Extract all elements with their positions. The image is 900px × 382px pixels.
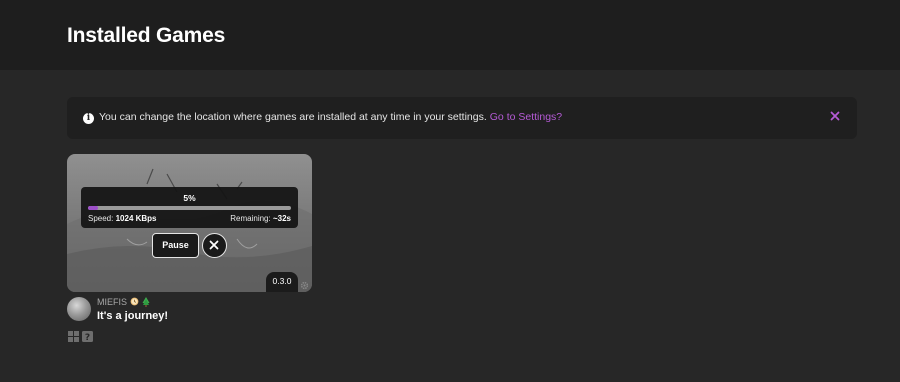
speed-label: Speed: bbox=[88, 214, 114, 223]
go-to-settings-link[interactable]: Go to Settings? bbox=[490, 111, 562, 123]
info-icon: i bbox=[83, 113, 94, 124]
windows-icon bbox=[68, 331, 79, 342]
notice-text: You can change the location where games … bbox=[99, 111, 562, 123]
download-speed: Speed: 1024 KBps bbox=[88, 214, 157, 223]
download-progress-panel: 5% Speed: 1024 KBps Remaining: ~32s bbox=[81, 187, 298, 228]
clock-icon bbox=[130, 297, 139, 306]
download-progress-bar bbox=[88, 206, 291, 210]
cancel-download-button[interactable] bbox=[202, 233, 227, 258]
settings-notice: i You can change the location where game… bbox=[67, 97, 857, 139]
game-card[interactable]: 5% Speed: 1024 KBps Remaining: ~32s Paus… bbox=[67, 154, 312, 292]
notice-message: You can change the location where games … bbox=[99, 111, 487, 123]
game-title[interactable]: It's a journey! bbox=[97, 310, 168, 322]
close-icon[interactable] bbox=[828, 109, 842, 123]
tree-icon bbox=[142, 297, 150, 307]
remaining-label: Remaining: bbox=[230, 214, 271, 223]
svg-text:?: ? bbox=[85, 333, 90, 342]
unknown-os-icon: ? bbox=[82, 331, 93, 342]
author-avatar[interactable] bbox=[67, 297, 91, 321]
page-header: Installed Games bbox=[0, 0, 900, 70]
author-name[interactable]: MIEFIS bbox=[97, 297, 127, 307]
version-badge: 0.3.0 bbox=[266, 272, 298, 292]
close-icon bbox=[209, 240, 219, 250]
download-percent: 5% bbox=[183, 193, 196, 203]
pause-button[interactable]: Pause bbox=[152, 233, 199, 258]
download-progress-fill bbox=[88, 206, 99, 210]
gear-icon[interactable] bbox=[300, 281, 309, 290]
speed-value: 1024 KBps bbox=[115, 214, 157, 223]
page-title: Installed Games bbox=[67, 24, 226, 47]
download-remaining: Remaining: ~32s bbox=[230, 214, 291, 223]
remaining-value: ~32s bbox=[272, 214, 291, 223]
